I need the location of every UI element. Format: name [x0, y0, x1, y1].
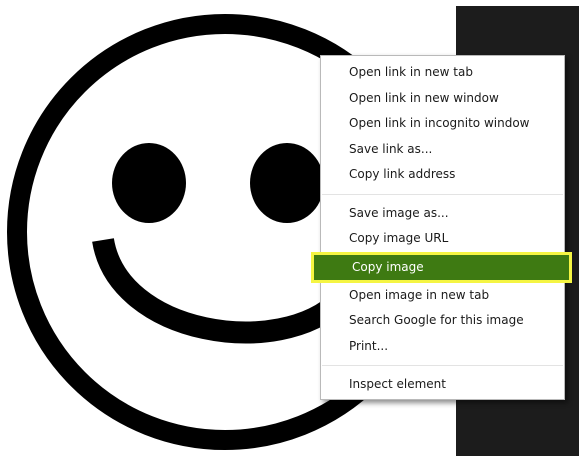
menu-item-save-image-as[interactable]: Save image as... [321, 201, 564, 227]
context-menu: Open link in new tab Open link in new wi… [311, 55, 572, 400]
menu-item-open-link-incognito[interactable]: Open link in incognito window [321, 111, 564, 137]
link-actions-group: Open link in new tab Open link in new wi… [321, 56, 564, 188]
menu-separator [322, 365, 563, 366]
menu-item-copy-image-url[interactable]: Copy image URL [321, 226, 564, 252]
image-actions-group: Save image as... Copy image URL Copy ima… [311, 201, 572, 360]
menu-item-copy-image[interactable]: Copy image [311, 251, 572, 283]
menu-item-save-link-as[interactable]: Save link as... [321, 137, 564, 163]
menu-item-copy-link-address[interactable]: Copy link address [321, 162, 564, 188]
menu-item-open-link-new-tab[interactable]: Open link in new tab [321, 60, 564, 86]
menu-item-inspect-element[interactable]: Inspect element [321, 372, 564, 398]
menu-item-open-link-new-window[interactable]: Open link in new window [321, 86, 564, 112]
smiley-mouth [92, 237, 348, 344]
menu-item-open-image-new-tab[interactable]: Open image in new tab [321, 283, 564, 309]
inspect-group: Inspect element [321, 372, 564, 398]
menu-separator [322, 193, 563, 195]
smiley-left-eye [112, 143, 186, 223]
menu-item-print[interactable]: Print... [321, 334, 564, 360]
smiley-right-eye [250, 143, 324, 223]
menu-item-search-google-image[interactable]: Search Google for this image [321, 308, 564, 334]
